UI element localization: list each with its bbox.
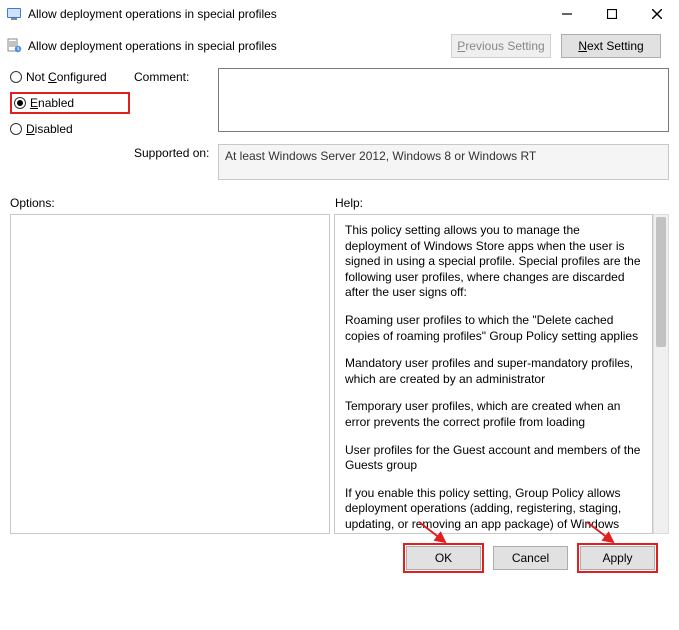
apply-button[interactable]: Apply [580,546,655,570]
radio-label-disabled: Disabled [26,122,73,136]
state-radio-group: Not Configured Enabled Disabled [10,68,130,136]
help-paragraph: Mandatory user profiles and super-mandat… [345,356,642,387]
supported-on-label: Supported on: [134,144,214,160]
cancel-button[interactable]: Cancel [493,546,568,570]
options-label: Options: [10,196,335,210]
radio-label-not-configured: Not Configured [26,70,107,84]
help-label: Help: [335,196,669,210]
bottom-bar: OK Cancel Apply [10,534,669,570]
radio-enabled[interactable]: Enabled [14,96,74,110]
help-scrollbar[interactable] [653,214,669,534]
header-row: Allow deployment operations in special p… [0,28,679,68]
help-paragraph: If you enable this policy setting, Group… [345,486,642,534]
help-paragraph: Temporary user profiles, which are creat… [345,399,642,430]
radio-icon [10,123,22,135]
policy-title: Allow deployment operations in special p… [28,39,451,53]
policy-icon [6,38,22,54]
titlebar: Allow deployment operations in special p… [0,0,679,28]
ok-button[interactable]: OK [406,546,481,570]
help-paragraph: User profiles for the Guest account and … [345,443,642,474]
radio-not-configured[interactable]: Not Configured [10,70,130,84]
window-controls [544,0,679,28]
comment-label: Comment: [134,68,214,84]
next-setting-button[interactable]: Next Setting [561,34,661,58]
nav-buttons: Previous Setting Next Setting [451,34,661,58]
maximize-button[interactable] [589,0,634,28]
close-button[interactable] [634,0,679,28]
help-paragraph: This policy setting allows you to manage… [345,223,642,301]
help-paragraph: Roaming user profiles to which the "Dele… [345,313,642,344]
help-box: This policy setting allows you to manage… [334,214,653,534]
highlight-enabled: Enabled [10,92,130,114]
previous-setting-button: Previous Setting [451,34,551,58]
radio-icon [10,71,22,83]
comment-textarea[interactable] [218,68,669,132]
radio-label-enabled: Enabled [30,96,74,110]
supported-on-box: At least Windows Server 2012, Windows 8 … [218,144,669,180]
window-title: Allow deployment operations in special p… [28,7,544,21]
options-box [10,214,330,534]
radio-icon [14,97,26,109]
minimize-button[interactable] [544,0,589,28]
scrollbar-thumb[interactable] [656,217,666,347]
radio-disabled[interactable]: Disabled [10,122,130,136]
app-icon [6,6,22,22]
